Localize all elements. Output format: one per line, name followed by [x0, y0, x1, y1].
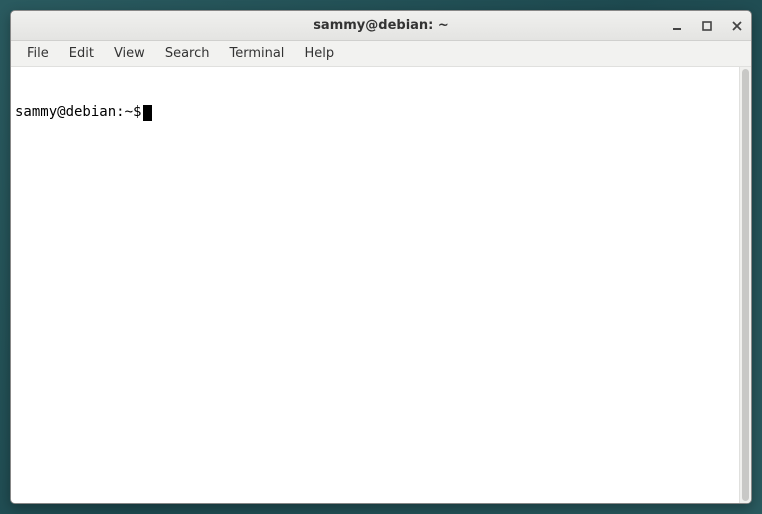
menubar: File Edit View Search Terminal Help [11, 41, 751, 67]
terminal-area[interactable]: sammy@debian:~$ [11, 67, 751, 503]
menu-help[interactable]: Help [294, 43, 344, 64]
menu-terminal[interactable]: Terminal [219, 43, 294, 64]
close-button[interactable] [729, 18, 745, 34]
prompt-text: sammy@debian:~$ [15, 104, 141, 122]
maximize-button[interactable] [699, 18, 715, 34]
titlebar[interactable]: sammy@debian: ~ [11, 11, 751, 41]
terminal-window: sammy@debian: ~ File Edit View Search Te… [10, 10, 752, 504]
scrollbar-thumb[interactable] [742, 69, 749, 501]
menu-view[interactable]: View [104, 43, 155, 64]
scrollbar[interactable] [739, 67, 751, 503]
terminal-content[interactable]: sammy@debian:~$ [11, 67, 739, 503]
window-title: sammy@debian: ~ [11, 18, 751, 33]
window-controls [669, 11, 745, 40]
menu-edit[interactable]: Edit [59, 43, 104, 64]
prompt-line: sammy@debian:~$ [15, 104, 735, 122]
minimize-button[interactable] [669, 18, 685, 34]
cursor-icon [143, 105, 152, 121]
menu-file[interactable]: File [17, 43, 59, 64]
menu-search[interactable]: Search [155, 43, 220, 64]
